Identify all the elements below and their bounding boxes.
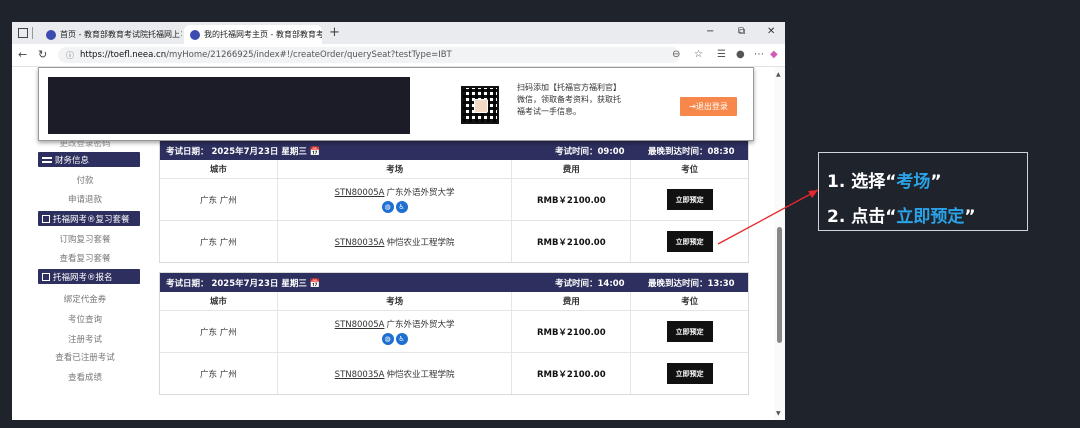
instruction-callout: 1. 选择“考场” 2. 点击“立即预定”: [818, 152, 1028, 231]
site-header: 扫码添加【托福官方福利官】微信，领取备考资料，获取托福考试一手信息。 ⇥退出登录: [38, 67, 754, 141]
highlight-venue: 考场: [896, 172, 931, 192]
highlight-book-now: 立即预定: [896, 207, 965, 227]
wechat-qr-code: [461, 86, 499, 124]
qr-promo-text: 扫码添加【托福官方福利官】微信，领取备考资料，获取托福考试一手信息。: [517, 83, 621, 116]
instruction-step-1: 1. 选择“考场”: [827, 172, 942, 192]
instruction-step-2: 2. 点击“立即预定”: [827, 207, 976, 227]
redacted-banner: [48, 77, 410, 134]
logout-button[interactable]: ⇥退出登录: [680, 97, 737, 116]
qr-avatar: [474, 99, 488, 113]
